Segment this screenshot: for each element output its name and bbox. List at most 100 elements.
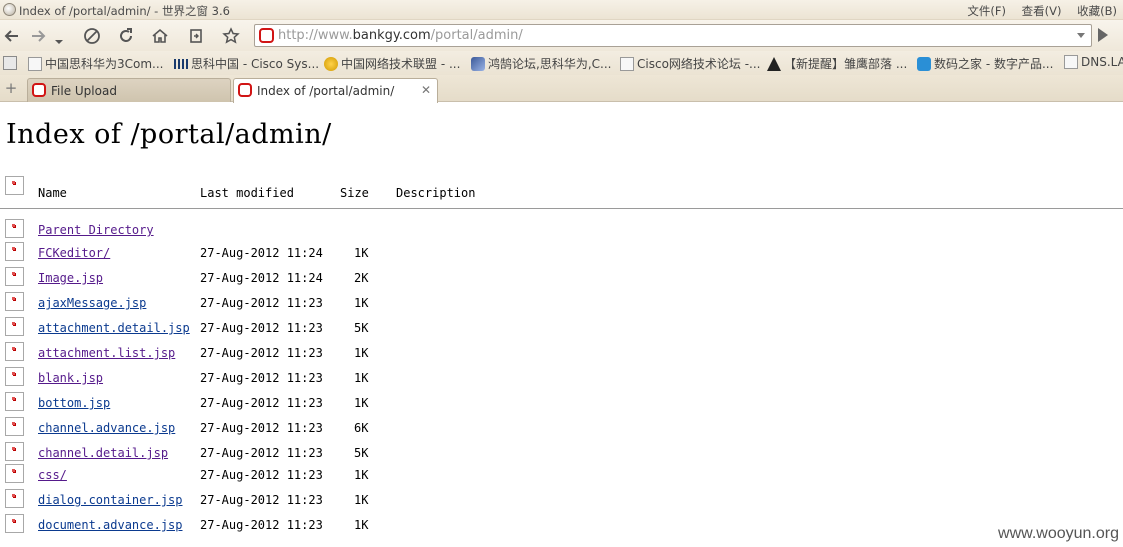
tab-strip: + File Upload Index of /portal/admin/ ✕	[0, 75, 1123, 103]
broken-image-icon	[5, 392, 24, 411]
bookmark-item[interactable]: 中国网络技术联盟 - ...	[324, 55, 460, 72]
bookmark-item[interactable]: Cisco网络技术论坛 -...	[620, 55, 761, 72]
title-bar: Index of /portal/admin/ - 世界之窗 3.6 文件(F)…	[0, 0, 1123, 20]
broken-image-icon	[5, 267, 24, 286]
page-title: Index of /portal/admin/	[6, 119, 332, 150]
bookmark-item[interactable]: 数码之家 - 数字产品...	[917, 55, 1053, 72]
home-button[interactable]	[148, 24, 172, 48]
file-size: 1K	[354, 396, 369, 410]
file-link[interactable]: attachment.detail.jsp	[25, 321, 190, 335]
refresh-icon	[120, 28, 132, 42]
bookmark-item[interactable]: 思科中国 - Cisco Sys...	[174, 55, 319, 72]
page-icon	[620, 56, 634, 71]
table-row: bottom.jsp 27-Aug-2012 11:23 1K	[0, 392, 1123, 414]
file-link[interactable]: channel.advance.jsp	[25, 421, 175, 435]
stop-icon	[84, 28, 100, 44]
table-row: css/27-Aug-2012 11:23 1K	[0, 464, 1123, 486]
browser-logo-icon	[3, 3, 16, 16]
file-size: 5K	[354, 446, 369, 460]
last-modified: 27-Aug-2012 11:23	[200, 421, 323, 435]
broken-image-icon	[5, 176, 24, 195]
broken-image-icon	[5, 342, 24, 361]
close-tab-icon[interactable]: ✕	[421, 83, 431, 97]
table-row: attachment.detail.jsp 27-Aug-2012 11:23 5K	[0, 317, 1123, 339]
stop-button[interactable]	[80, 24, 104, 48]
column-header-description[interactable]: Description	[396, 186, 475, 200]
column-header-size[interactable]: Size	[340, 186, 369, 200]
broken-image-icon	[5, 292, 24, 311]
bookmarks-menu-icon[interactable]	[3, 56, 17, 70]
bookmark-item[interactable]: DNS.LA	[1064, 55, 1123, 69]
file-link[interactable]: css/	[25, 468, 67, 482]
bookmark-item[interactable]: 中国思科华为3Com...	[28, 55, 164, 72]
file-link[interactable]: document.advance.jsp	[25, 518, 183, 532]
table-row: ajaxMessage.jsp 27-Aug-2012 11:23 1K	[0, 292, 1123, 314]
bookmarks-bar: 中国思科华为3Com... 思科中国 - Cisco Sys... 中国网络技术…	[0, 51, 1123, 75]
last-modified: 27-Aug-2012 11:23	[200, 371, 323, 385]
bookmark-item[interactable]: 鸿鹄论坛,思科华为,C...	[471, 55, 611, 72]
menu-file[interactable]: 文件(F)	[967, 4, 1006, 18]
go-arrow-icon[interactable]	[1098, 28, 1108, 42]
file-link[interactable]: attachment.list.jsp	[25, 346, 175, 360]
arrow-right-icon	[32, 30, 46, 42]
last-modified: 27-Aug-2012 11:23	[200, 468, 323, 482]
bookmark-item[interactable]: 【新提醒】雏鹰部落 ...	[767, 55, 907, 72]
file-size: 1K	[354, 468, 369, 482]
file-link[interactable]: ajaxMessage.jsp	[25, 296, 146, 310]
address-bar[interactable]: http://www.bankgy.com/portal/admin/	[254, 24, 1092, 47]
file-link[interactable]: FCKeditor/	[25, 246, 110, 260]
watermark: www.wooyun.org	[998, 525, 1119, 542]
trophy-icon	[324, 56, 338, 71]
table-row: FCKeditor/27-Aug-2012 11:24 1K	[0, 242, 1123, 264]
forward-button[interactable]	[26, 24, 50, 48]
refresh-button[interactable]	[114, 24, 138, 48]
last-modified: 27-Aug-2012 11:23	[200, 446, 323, 460]
table-row: dialog.container.jsp 27-Aug-2012 11:23 1K	[0, 489, 1123, 511]
last-modified: 27-Aug-2012 11:23	[200, 396, 323, 410]
last-modified: 27-Aug-2012 11:24	[200, 271, 323, 285]
last-modified: 27-Aug-2012 11:24	[200, 246, 323, 260]
window-title: Index of /portal/admin/ - 世界之窗 3.6	[19, 4, 230, 18]
home-icon	[152, 28, 168, 43]
file-link[interactable]: bottom.jsp	[25, 396, 110, 410]
broken-image-icon	[5, 442, 24, 461]
url-text[interactable]: http://www.bankgy.com/portal/admin/	[278, 28, 523, 43]
tab-file-upload[interactable]: File Upload	[27, 78, 231, 102]
parent-directory-link[interactable]: Parent Directory	[25, 223, 154, 237]
last-modified: 27-Aug-2012 11:23	[200, 296, 323, 310]
table-row: attachment.list.jsp 27-Aug-2012 11:23 1K	[0, 342, 1123, 364]
add-favorite-button[interactable]	[219, 24, 243, 48]
new-tab-plus-icon[interactable]: +	[4, 81, 18, 96]
page-icon	[1064, 55, 1078, 69]
file-link[interactable]: channel.detail.jsp	[25, 446, 168, 460]
back-button[interactable]	[0, 24, 24, 48]
bird-icon	[471, 56, 485, 71]
file-link[interactable]: dialog.container.jsp	[25, 493, 183, 507]
column-header-name[interactable]: Name	[38, 186, 67, 200]
file-size: 1K	[354, 518, 369, 532]
file-size: 1K	[354, 493, 369, 507]
menu-favorites[interactable]: 收藏(B)	[1077, 4, 1117, 18]
broken-image-icon	[5, 367, 24, 386]
broken-image-icon	[5, 464, 24, 483]
url-history-dropdown-icon[interactable]	[1077, 33, 1085, 38]
broken-image-icon	[5, 417, 24, 436]
nav-toolbar: http://www.bankgy.com/portal/admin/	[0, 20, 1123, 51]
restore-closed-button[interactable]	[184, 24, 208, 48]
header-divider	[0, 208, 1123, 209]
page-content: Index of /portal/admin/ Name Last modifi…	[0, 103, 1123, 547]
file-link[interactable]: blank.jsp	[25, 371, 103, 385]
site-favicon-icon	[259, 28, 274, 43]
tab-index-portal-admin[interactable]: Index of /portal/admin/ ✕	[233, 78, 438, 103]
table-row: blank.jsp 27-Aug-2012 11:23 1K	[0, 367, 1123, 389]
menu-view[interactable]: 查看(V)	[1022, 4, 1062, 18]
site-favicon-icon	[32, 83, 46, 97]
last-modified: 27-Aug-2012 11:23	[200, 346, 323, 360]
column-header-modified[interactable]: Last modified	[200, 186, 294, 200]
parent-directory-row: Parent Directory	[0, 219, 1123, 241]
broken-image-icon	[5, 489, 24, 508]
page-icon	[28, 56, 42, 71]
menu-bar: 文件(F) 查看(V) 收藏(B)	[955, 3, 1117, 19]
file-link[interactable]: Image.jsp	[25, 271, 103, 285]
table-row: Image.jsp 27-Aug-2012 11:24 2K	[0, 267, 1123, 289]
